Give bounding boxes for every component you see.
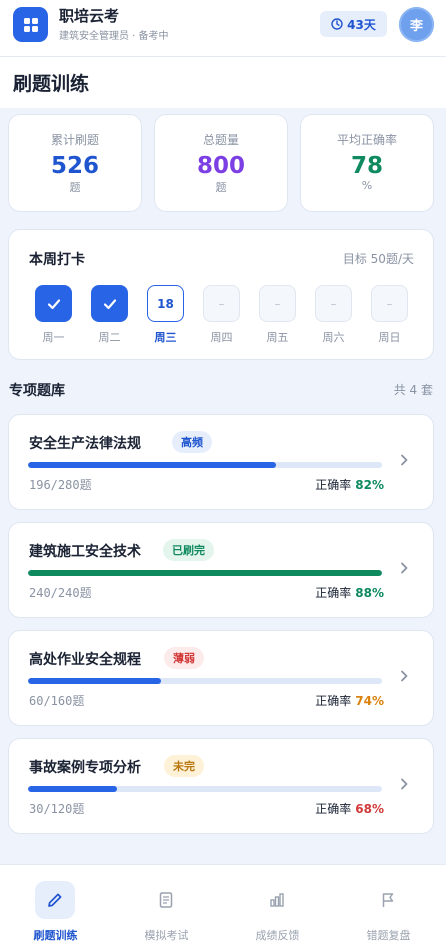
stat-unit: 题: [69, 181, 81, 194]
day-wed[interactable]: 18: [147, 285, 184, 322]
app-name: 职培云考: [59, 7, 120, 25]
days-left: 43天: [347, 17, 376, 32]
stat-label: 累计刷题: [50, 133, 99, 147]
clock-icon: [331, 18, 343, 30]
app-subtitle: 建筑安全管理员 · 备考中: [59, 31, 169, 42]
chevron-right-icon: [401, 778, 408, 790]
accuracy: 正确率 68%: [315, 800, 384, 817]
page-title: 刷题训练: [13, 73, 90, 95]
stat-card-accuracy: 平均正确率 78 %: [300, 114, 434, 212]
accuracy-value: 88%: [355, 586, 384, 600]
chevron-right-icon: [401, 670, 408, 682]
flag-icon: [368, 881, 408, 919]
progress-track: [28, 786, 382, 792]
day-thu[interactable]: –: [203, 285, 240, 322]
weekly-checkin-card: 本周打卡 目标 50题/天 周一 周二 18 周三 – 周四 – 周五 – 周六…: [8, 229, 434, 360]
progress-fill: [28, 462, 276, 468]
bank-card[interactable]: 事故案例专项分析 未完 30/120题 正确率 68%: [8, 738, 434, 834]
stat-value: 800: [196, 153, 245, 179]
nav-item-mistakes[interactable]: 错题复盘: [333, 865, 444, 952]
document-icon: [146, 881, 186, 919]
day-sat[interactable]: –: [315, 285, 352, 322]
progress-fill: [28, 570, 382, 576]
day-tue[interactable]: [91, 285, 128, 322]
accuracy: 正确率 74%: [315, 692, 384, 709]
progress-track: [28, 678, 382, 684]
progress-text: 196/280题: [29, 478, 92, 492]
bank-tag: 已刷完: [163, 539, 214, 561]
progress-text: 240/240题: [29, 586, 92, 600]
nav-label: 成绩反馈: [255, 929, 300, 942]
progress-track: [28, 462, 382, 468]
stat-card-total-done: 累计刷题 526 题: [8, 114, 142, 212]
day-label: 周五: [266, 331, 289, 344]
accuracy-label: 正确率: [315, 586, 352, 600]
bank-name: 安全生产法律法规: [29, 436, 141, 452]
bank-tag: 薄弱: [164, 647, 204, 669]
day-label: 周二: [98, 331, 121, 344]
section-title: 专项题库: [9, 383, 65, 399]
countdown-badge[interactable]: 43天: [320, 11, 387, 37]
bank-tag: 高频: [172, 431, 212, 453]
weekly-checkin-title: 本周打卡: [29, 252, 85, 268]
nav-item-results[interactable]: 成绩反馈: [222, 865, 333, 952]
progress-fill: [28, 678, 161, 684]
day-label: 周六: [322, 331, 345, 344]
nav-label: 模拟考试: [144, 929, 189, 942]
bank-name: 事故案例专项分析: [29, 760, 141, 776]
stat-label: 总题量: [202, 133, 239, 147]
nav-item-mock-exam[interactable]: 模拟考试: [111, 865, 222, 952]
daily-target: 目标 50题/天: [342, 252, 414, 266]
title-band: 刷题训练: [0, 57, 446, 108]
nav-item-practice[interactable]: 刷题训练: [0, 865, 111, 952]
accuracy-value: 74%: [355, 694, 384, 708]
bank-card[interactable]: 建筑施工安全技术 已刷完 240/240题 正确率 88%: [8, 522, 434, 618]
section-count: 共 4 套: [393, 383, 433, 397]
top-bar: 职培云考 建筑安全管理员 · 备考中 43天 李: [0, 0, 446, 57]
stat-value: 78: [350, 153, 383, 179]
bank-card[interactable]: 安全生产法律法规 高频 196/280题 正确率 82%: [8, 414, 434, 510]
progress-fill: [28, 786, 117, 792]
bank-name: 建筑施工安全技术: [29, 544, 141, 560]
accuracy-value: 82%: [355, 478, 384, 492]
bank-name: 高处作业安全规程: [29, 652, 141, 668]
chevron-right-icon: [401, 562, 408, 574]
accuracy-label: 正确率: [315, 694, 352, 708]
check-icon: [103, 298, 116, 309]
day-label: 周四: [210, 331, 233, 344]
day-label: 周三: [154, 331, 177, 344]
avatar[interactable]: 李: [399, 7, 434, 42]
accuracy-value: 68%: [355, 802, 384, 816]
stat-unit: 题: [215, 181, 227, 194]
day-label: 周日: [378, 331, 401, 344]
bank-card[interactable]: 高处作业安全规程 薄弱 60/160题 正确率 74%: [8, 630, 434, 726]
pencil-icon: [35, 881, 75, 919]
day-label: 周一: [42, 331, 65, 344]
day-sun[interactable]: –: [371, 285, 408, 322]
bottom-nav: 刷题训练 模拟考试 成绩反馈 错题复盘: [0, 864, 446, 952]
accuracy: 正确率 82%: [315, 476, 384, 493]
stat-label: 平均正确率: [336, 133, 397, 147]
accuracy: 正确率 88%: [315, 584, 384, 601]
check-icon: [47, 298, 60, 309]
stat-value: 526: [50, 153, 99, 179]
stat-card-total-questions: 总题量 800 题: [154, 114, 288, 212]
app-grid-icon[interactable]: [13, 7, 48, 42]
day-mon[interactable]: [35, 285, 72, 322]
nav-label: 刷题训练: [33, 929, 78, 942]
progress-text: 60/160题: [29, 694, 85, 708]
bar-chart-icon: [257, 881, 297, 919]
progress-track: [28, 570, 382, 576]
day-fri[interactable]: –: [259, 285, 296, 322]
accuracy-label: 正确率: [315, 802, 352, 816]
accuracy-label: 正确率: [315, 478, 352, 492]
progress-text: 30/120题: [29, 802, 85, 816]
bank-tag: 未完: [164, 755, 204, 777]
nav-label: 错题复盘: [366, 929, 411, 942]
chevron-right-icon: [401, 454, 408, 466]
stat-unit: %: [361, 179, 373, 192]
